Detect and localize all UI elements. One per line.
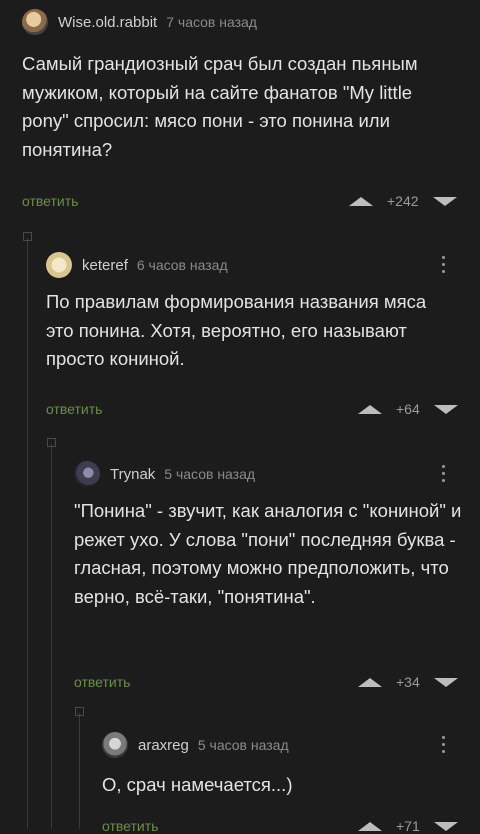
comment-time: 7 часов назад [166, 14, 257, 30]
comment-header: Trynak 5 часов назад [74, 461, 255, 487]
rating-controls: +71 [358, 818, 458, 834]
author-name[interactable]: Trynak [110, 466, 155, 483]
reply-link[interactable]: ответить [22, 193, 78, 209]
reply-link[interactable]: ответить [102, 818, 158, 834]
rating-controls: +34 [358, 674, 458, 690]
avatar[interactable] [46, 252, 72, 278]
thread-line [27, 238, 28, 829]
rating-value: +64 [396, 401, 420, 417]
comment-time: 6 часов назад [136, 257, 228, 273]
rating-value: +71 [396, 818, 420, 834]
comment-header: keteref 6 часов назад [46, 252, 228, 278]
collapse-thread-icon[interactable] [23, 232, 32, 241]
rating-value: +34 [396, 674, 420, 690]
avatar[interactable] [74, 461, 100, 487]
reply-link[interactable]: ответить [74, 674, 130, 690]
reply-link[interactable]: ответить [46, 401, 102, 417]
downvote-arrow-icon[interactable] [432, 196, 457, 206]
collapse-thread-icon[interactable] [75, 707, 84, 716]
comment-header: Wise.old.rabbit 7 часов назад [22, 9, 257, 35]
upvote-arrow-icon[interactable] [358, 821, 382, 831]
thread-line [51, 444, 52, 829]
avatar[interactable] [102, 732, 128, 758]
comment-text: По правилам формирования названия мяса э… [46, 291, 427, 370]
more-vertical-icon[interactable] [442, 256, 446, 273]
author-name[interactable]: Wise.old.rabbit [58, 14, 157, 31]
more-vertical-icon[interactable] [442, 465, 446, 482]
comment-header: araxreg 5 часов назад [102, 732, 289, 758]
upvote-arrow-icon[interactable] [358, 677, 382, 687]
upvote-arrow-icon[interactable] [358, 404, 382, 414]
rating-value: +242 [387, 193, 419, 209]
downvote-arrow-icon[interactable] [433, 677, 458, 687]
rating-controls: +64 [358, 401, 458, 417]
author-name[interactable]: keteref [82, 257, 128, 274]
comment-text: "Понина" - звучит, как аналогия с "конин… [74, 500, 462, 608]
comment-text: О, срач намечается...) [102, 774, 293, 795]
downvote-arrow-icon[interactable] [433, 821, 458, 831]
comment-text: Самый грандиозный срач был создан пьяным… [22, 53, 418, 161]
rating-controls: +242 [349, 193, 457, 209]
comment-time: 5 часов назад [197, 737, 289, 753]
upvote-arrow-icon[interactable] [349, 196, 373, 206]
author-name[interactable]: araxreg [138, 737, 189, 754]
thread-line [79, 713, 80, 829]
comment-time: 5 часов назад [164, 466, 256, 482]
collapse-thread-icon[interactable] [47, 438, 56, 447]
downvote-arrow-icon[interactable] [433, 404, 458, 414]
avatar[interactable] [22, 9, 48, 35]
more-vertical-icon[interactable] [442, 736, 446, 753]
